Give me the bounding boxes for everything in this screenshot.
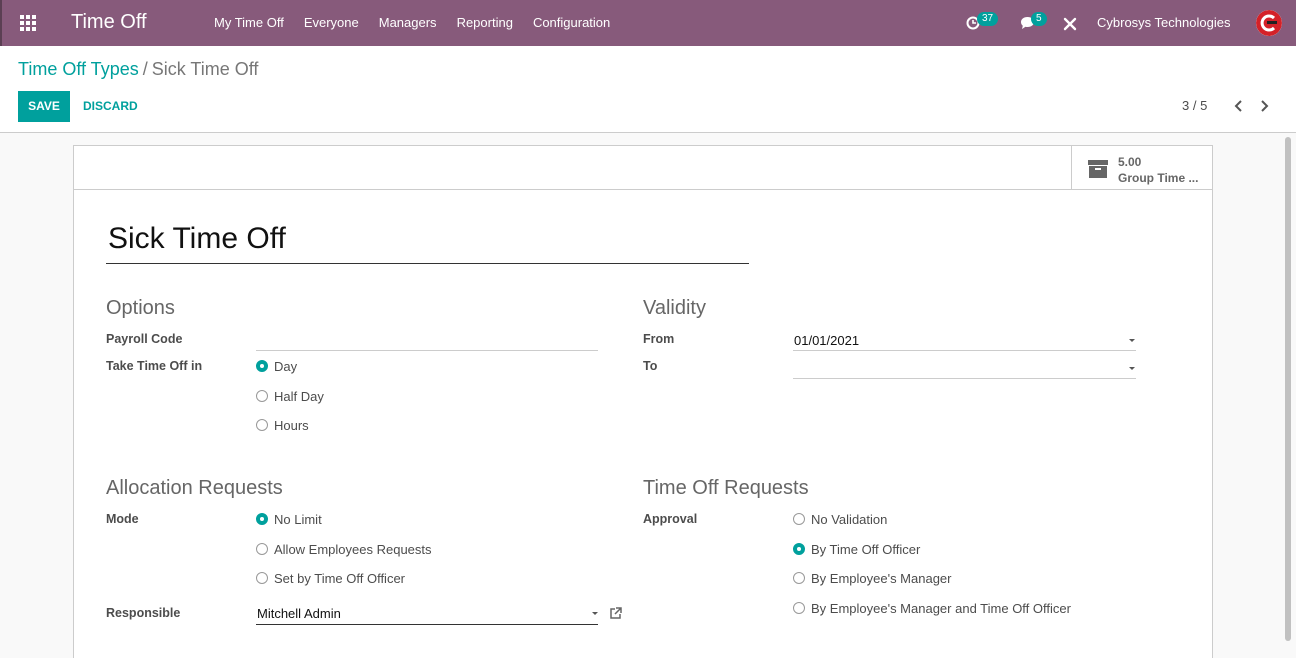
apps-grid-icon[interactable]	[20, 15, 36, 31]
pager-value[interactable]: 3 / 5	[1182, 98, 1207, 113]
menu-everyone[interactable]: Everyone	[304, 0, 359, 46]
radio-label: No Limit	[274, 511, 322, 527]
responsible-input[interactable]: Mitchell Admin	[256, 605, 598, 625]
messages-count-badge: 5	[1031, 12, 1047, 26]
stat-label: Group Time ...	[1118, 171, 1199, 185]
breadcrumb-current: Sick Time Off	[151, 59, 259, 79]
app-title[interactable]: Time Off	[71, 11, 147, 34]
radio-by-manager-and-officer[interactable]: By Employee's Manager and Time Off Offic…	[793, 600, 1071, 616]
radio-button	[793, 602, 805, 614]
radio-button-checked	[793, 543, 805, 555]
messages-menu[interactable]: 5	[1018, 0, 1052, 46]
radio-button	[793, 513, 805, 525]
radio-button-checked	[256, 360, 268, 372]
radio-no-limit[interactable]: No Limit	[256, 511, 322, 527]
radio-label: Hours	[274, 417, 309, 433]
discard-button[interactable]: DISCARD	[83, 91, 138, 122]
take-time-off-label: Take Time Off in	[106, 359, 203, 373]
radio-allow-employees-requests[interactable]: Allow Employees Requests	[256, 541, 432, 557]
radio-by-employees-manager[interactable]: By Employee's Manager	[793, 570, 952, 586]
radio-button	[793, 572, 805, 584]
radio-by-time-off-officer[interactable]: By Time Off Officer	[793, 541, 920, 557]
radio-no-validation[interactable]: No Validation	[793, 511, 887, 527]
dropdown-caret-icon	[1129, 367, 1135, 370]
radio-label: Half Day	[274, 388, 324, 404]
to-label: To	[643, 359, 658, 373]
radio-button	[256, 572, 268, 584]
chevron-right-icon	[1261, 100, 1269, 112]
save-button[interactable]: SAVE	[18, 91, 70, 122]
from-label: From	[643, 332, 675, 346]
menu-my-time-off[interactable]: My Time Off	[214, 0, 284, 46]
archive-box-icon	[1088, 160, 1108, 178]
chevron-left-icon	[1234, 100, 1242, 112]
radio-button-checked	[256, 513, 268, 525]
radio-button	[256, 543, 268, 555]
time-off-type-name-input[interactable]: Sick Time Off	[106, 222, 749, 264]
user-avatar-image	[1256, 10, 1282, 36]
radio-button	[256, 419, 268, 431]
responsible-label: Responsible	[106, 606, 181, 620]
radio-label: By Time Off Officer	[811, 541, 921, 557]
menu-configuration[interactable]: Configuration	[533, 0, 610, 46]
to-date-input[interactable]	[793, 359, 1136, 379]
responsible-value: Mitchell Admin	[257, 606, 341, 621]
pager-next-button[interactable]	[1257, 96, 1273, 116]
pager-previous-button[interactable]	[1230, 96, 1246, 116]
radio-label: By Employee's Manager	[811, 570, 952, 586]
allocation-requests-group-title: Allocation Requests	[106, 477, 283, 499]
from-date-value: 01/01/2021	[794, 333, 860, 348]
dropdown-caret-icon	[1129, 339, 1135, 342]
from-date-input[interactable]: 01/01/2021	[793, 331, 1136, 351]
radio-label: Allow Employees Requests	[274, 541, 432, 557]
button-box: 5.00 Group Time ...	[74, 146, 1212, 190]
breadcrumb: Time Off Types / Sick Time Off	[18, 59, 258, 80]
radio-day[interactable]: Day	[256, 358, 297, 374]
menu-reporting[interactable]: Reporting	[457, 0, 513, 46]
dropdown-caret-icon	[592, 612, 598, 615]
form-sheet: 5.00 Group Time ... Sick Time Off Option…	[73, 145, 1213, 658]
company-switcher[interactable]: Cybrosys Technologies	[1097, 0, 1230, 46]
time-off-requests-group-title: Time Off Requests	[643, 477, 809, 499]
validity-group-title: Validity	[643, 297, 706, 319]
payroll-code-label: Payroll Code	[106, 332, 183, 346]
options-group-title: Options	[106, 297, 175, 319]
approval-label: Approval	[643, 512, 698, 526]
main-menu: My Time Off Everyone Managers Reporting …	[214, 0, 630, 46]
radio-label: Day	[274, 358, 298, 374]
radio-hours[interactable]: Hours	[256, 417, 309, 433]
debug-tools-icon	[1063, 17, 1077, 31]
radio-label: By Employee's Manager and Time Off Offic…	[811, 600, 1071, 616]
payroll-code-input[interactable]	[256, 331, 598, 351]
activity-menu[interactable]: 37	[964, 0, 1004, 46]
breadcrumb-parent-link[interactable]: Time Off Types	[18, 59, 139, 79]
menu-managers[interactable]: Managers	[379, 0, 437, 46]
radio-set-by-time-off-officer[interactable]: Set by Time Off Officer	[256, 570, 405, 586]
vertical-scrollbar[interactable]	[1285, 137, 1291, 641]
group-time-off-stat-button[interactable]: 5.00 Group Time ...	[1071, 146, 1212, 190]
external-link-icon[interactable]	[609, 607, 622, 620]
debug-menu[interactable]	[1062, 0, 1080, 46]
radio-label: No Validation	[811, 511, 888, 527]
control-panel: Time Off Types / Sick Time Off SAVE DISCAR…	[0, 46, 1296, 133]
mode-label: Mode	[106, 512, 139, 526]
radio-half-day[interactable]: Half Day	[256, 388, 324, 404]
breadcrumb-separator: /	[142, 59, 148, 79]
top-navbar: Time Off My Time Off Everyone Managers R…	[0, 0, 1296, 46]
user-avatar[interactable]	[1256, 10, 1282, 36]
activity-count-badge: 37	[977, 12, 999, 26]
radio-button	[256, 390, 268, 402]
radio-label: Set by Time Off Officer	[274, 570, 406, 586]
stat-value: 5.00	[1118, 155, 1142, 169]
